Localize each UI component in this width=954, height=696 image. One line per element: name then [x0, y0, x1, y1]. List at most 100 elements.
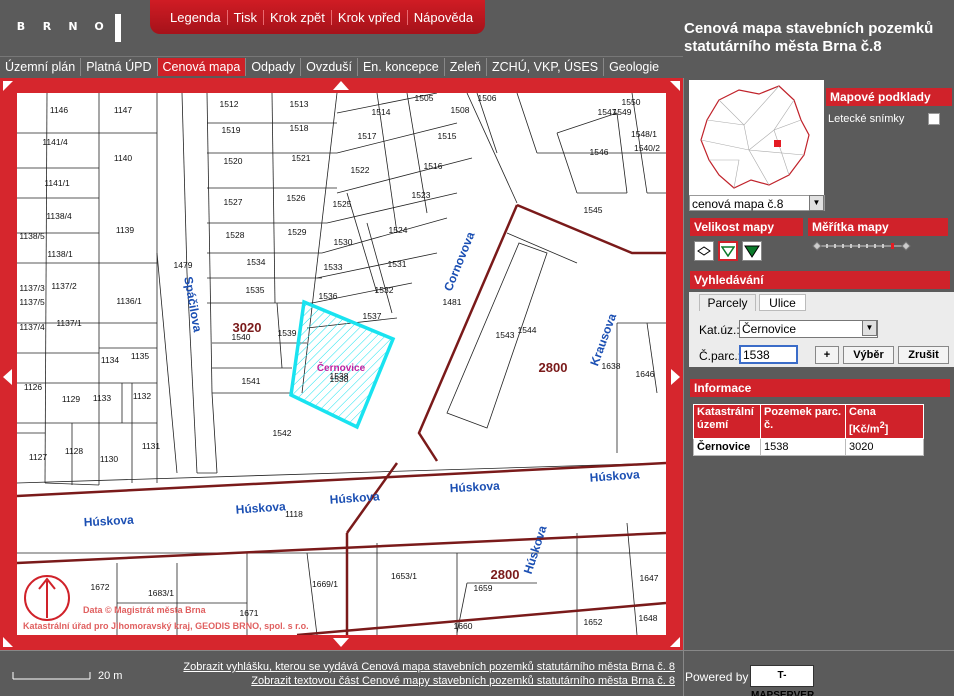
- vyber-button[interactable]: Výběr: [843, 346, 894, 364]
- overview-minimap[interactable]: [689, 80, 824, 197]
- map-size-large-button[interactable]: [742, 241, 762, 261]
- price-zone-label: 2800: [491, 567, 520, 582]
- street-label: Húskova: [83, 513, 134, 530]
- informace-header: Informace: [690, 379, 950, 397]
- link-vyhlaska[interactable]: Zobrazit vyhlášku, kterou se vydává Ceno…: [183, 661, 675, 673]
- parcel-number: 1548/1: [631, 129, 657, 139]
- scale-slider[interactable]: [812, 239, 912, 253]
- parcel-number: 1648: [639, 613, 658, 623]
- street-label: Húskova: [589, 467, 640, 484]
- chevron-down-icon[interactable]: ▼: [862, 320, 877, 336]
- parcel-number: 1513: [290, 99, 309, 109]
- pan-down-arrow[interactable]: [333, 638, 349, 647]
- parcel-number: 1544: [518, 325, 537, 335]
- pan-right-arrow[interactable]: [671, 369, 680, 385]
- pan-down-right-arrow[interactable]: [670, 637, 680, 647]
- logo-letter: R: [38, 20, 56, 36]
- map-layer-select[interactable]: cenová mapa č.8 ▼: [689, 195, 825, 211]
- tab-ulice[interactable]: Ulice: [759, 294, 806, 311]
- tab-zelen[interactable]: Zeleň: [445, 57, 487, 76]
- menu-legenda[interactable]: Legenda: [164, 9, 228, 25]
- logo-letter: O: [90, 20, 108, 36]
- menu-krok-vpred[interactable]: Krok vpřed: [332, 9, 408, 25]
- map-size-medium-button[interactable]: [718, 241, 738, 261]
- parcel-number: 1129: [62, 394, 81, 404]
- tab-ovzdusi[interactable]: Ovzduší: [301, 57, 358, 76]
- parcel-number: 1537: [363, 311, 382, 321]
- size-medium-icon: [721, 246, 735, 257]
- letecke-snimky-label: Letecké snímky: [828, 113, 905, 125]
- tab-en-koncepce[interactable]: En. koncepce: [358, 57, 445, 76]
- parcel-number: 1528: [226, 230, 245, 240]
- parcel-number: 1506: [478, 93, 497, 103]
- parcel-number: 1517: [358, 131, 377, 141]
- parcel-number: 1132: [133, 391, 152, 401]
- parcel-number: 1137/3: [19, 283, 45, 293]
- brno-logo[interactable]: B R N O: [0, 0, 150, 54]
- menu-napoveda[interactable]: Nápověda: [408, 10, 479, 25]
- th-pozemek: Pozemek parc. č.: [760, 404, 846, 439]
- menu-krok-zpet[interactable]: Krok zpět: [264, 9, 332, 25]
- cadastral-map[interactable]: 1146 11471512 15131505 1506 155015491141/415…: [17, 93, 666, 635]
- chevron-down-icon[interactable]: ▼: [809, 195, 824, 211]
- vyhledavani-header: Vyhledávání: [690, 271, 950, 289]
- katuz-value: Černovice: [742, 322, 797, 336]
- zoom-in-icon: [901, 241, 911, 251]
- parcel-number: 1539: [278, 328, 297, 338]
- pan-up-arrow[interactable]: [333, 81, 349, 90]
- zoom-out-icon: [812, 241, 822, 251]
- parcel-number: 1669/1: [312, 579, 338, 589]
- pan-up-left-arrow[interactable]: [3, 81, 13, 91]
- tab-uzemni-plan[interactable]: Územní plán: [0, 57, 82, 76]
- street-label: Krausova: [587, 311, 619, 367]
- cparc-input[interactable]: 1538: [739, 345, 798, 364]
- tab-cenova-mapa[interactable]: Cenová mapa: [157, 57, 247, 76]
- parcel-number: 1546: [590, 147, 609, 157]
- parcel-number: 1147: [114, 105, 133, 115]
- parcel-number: 1515: [438, 131, 457, 141]
- size-small-icon: [697, 246, 711, 256]
- letecke-snimky-checkbox[interactable]: [928, 113, 940, 125]
- tab-zchu[interactable]: ZCHÚ, VKP, ÚSES: [487, 57, 605, 76]
- north-arrow-icon: [24, 575, 70, 621]
- logo-bar: [115, 14, 121, 42]
- parcel-number: 1652: [584, 617, 603, 627]
- top-menu: Legenda Tisk Krok zpět Krok vpřed Nápově…: [150, 0, 485, 34]
- menu-tisk[interactable]: Tisk: [228, 9, 264, 25]
- parcel-number: 1671: [240, 608, 259, 618]
- parcel-number: 1535: [246, 285, 265, 295]
- parcel-number: 1541: [242, 376, 261, 386]
- logo-letter: B: [12, 20, 30, 36]
- pan-up-right-arrow[interactable]: [670, 81, 680, 91]
- street-label: Cornovova: [441, 230, 478, 294]
- parcel-number: 1536: [319, 291, 338, 301]
- scale-slider-thumb: [891, 243, 894, 249]
- street-label: Húskova: [521, 524, 550, 576]
- cparc-label: Č.parc.:: [699, 349, 742, 363]
- parcel-number: 1134: [101, 355, 120, 365]
- katuz-select[interactable]: Černovice ▼: [739, 320, 878, 338]
- parcel-number: 1138/5: [19, 231, 45, 241]
- parcel-number: 1550: [622, 97, 641, 107]
- map-size-small-button[interactable]: [694, 241, 714, 261]
- parcel-number: 1534: [247, 257, 266, 267]
- layer-tabs: Územní plán Platná ÚPD Cenová mapa Odpad…: [0, 56, 683, 76]
- parcel-number: 1141/1: [44, 178, 70, 188]
- parcel-number: 1547: [598, 107, 617, 117]
- zrusit-button[interactable]: Zrušit: [898, 346, 949, 364]
- pan-down-left-arrow[interactable]: [3, 637, 13, 647]
- parcel-number: 1521: [292, 153, 311, 163]
- add-button[interactable]: +: [815, 346, 839, 364]
- price-zone-label: 2800: [539, 360, 568, 375]
- tmapserver-logo[interactable]: T-MAPSERVER: [750, 665, 814, 696]
- cell-uzemi: Černovice: [693, 437, 761, 456]
- parcel-number: 1533: [324, 262, 343, 272]
- tab-geologie[interactable]: Geologie: [604, 58, 664, 76]
- link-textova-cast[interactable]: Zobrazit textovou část Cenové mapy stave…: [251, 675, 675, 687]
- velikost-mapy-header: Velikost mapy: [690, 218, 803, 236]
- tab-platna-upd[interactable]: Platná ÚPD: [81, 57, 158, 76]
- cell-cena: 3020: [845, 437, 924, 456]
- tab-odpady[interactable]: Odpady: [246, 57, 302, 76]
- tab-parcely[interactable]: Parcely: [699, 294, 756, 311]
- pan-left-arrow[interactable]: [3, 369, 12, 385]
